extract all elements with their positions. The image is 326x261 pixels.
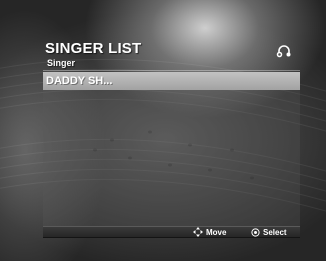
- hint-bar: Move Select: [43, 226, 300, 238]
- singer-list: DADDY SH...: [43, 72, 300, 230]
- karaoke-screen: SINGER LIST Singer DADDY SH... Move Sele…: [0, 0, 326, 261]
- move-arrows-icon: [193, 227, 203, 237]
- select-circle-icon: [251, 228, 260, 237]
- singer-list-panel: SINGER LIST Singer DADDY SH... Move Sele…: [43, 40, 300, 238]
- select-hint-label: Select: [263, 228, 287, 237]
- header-divider: [43, 70, 300, 71]
- select-hint[interactable]: Select: [251, 227, 287, 238]
- move-hint-label: Move: [206, 228, 227, 237]
- list-subtitle: Singer: [47, 58, 76, 68]
- headphone-icon: [276, 45, 291, 58]
- page-title: SINGER LIST: [45, 40, 142, 57]
- list-item-selected[interactable]: DADDY SH...: [43, 72, 300, 90]
- move-hint[interactable]: Move: [193, 227, 226, 238]
